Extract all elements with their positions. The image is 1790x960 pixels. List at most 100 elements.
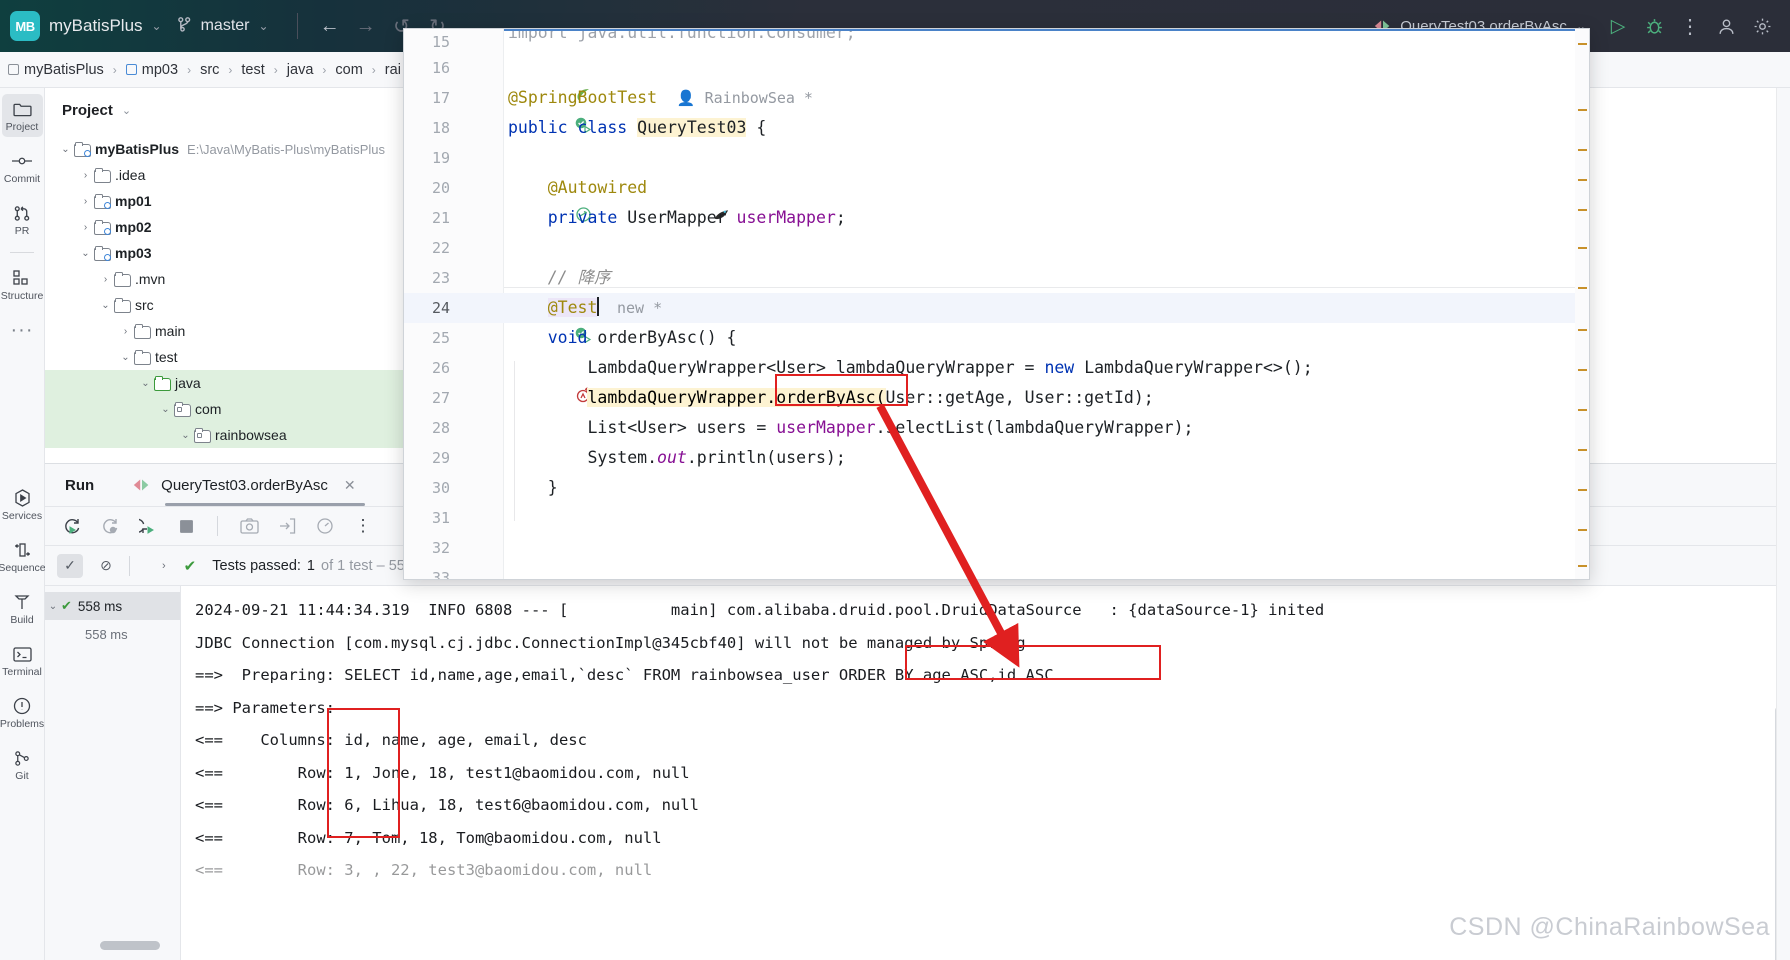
tree-node-java[interactable]: ⌄ java [45, 370, 404, 396]
code-line-22: 22 [404, 233, 1589, 263]
chevron-down-icon[interactable]: ⌄ [57, 144, 74, 155]
chevron-right-icon[interactable]: › [77, 222, 94, 233]
line-number: 22 [431, 239, 450, 257]
close-icon[interactable]: ✕ [344, 477, 356, 494]
module-icon [125, 64, 137, 75]
more-vertical-icon[interactable]: ⋮ [352, 516, 374, 536]
line-number: 30 [431, 479, 450, 497]
run-play-icon[interactable]: ▷ [1600, 8, 1636, 44]
editor-scrollbar[interactable] [1575, 29, 1589, 579]
sidebar-item-label: Sequence [0, 562, 46, 574]
breadcrumb-item-3[interactable]: test [241, 62, 264, 78]
rerun-auto-icon[interactable] [137, 517, 159, 536]
console-output[interactable]: 2024-09-21 11:44:34.319 INFO 6808 --- [ … [180, 586, 1790, 960]
export-icon[interactable] [276, 518, 298, 534]
profile-icon[interactable] [314, 517, 336, 535]
test-status-text: Tests passed: [212, 557, 301, 574]
test-run-icon [132, 478, 152, 492]
left-tool-strip: Project Commit PR Structure ··· Services… [0, 88, 46, 960]
tree-node-mp01[interactable]: › mp01 [45, 188, 404, 214]
console-line-8: <== Row: 3, , 22, test3@baomidou.com, nu… [195, 861, 653, 879]
test-tree-row-0[interactable]: ⌄ ✔ 558 ms [45, 592, 180, 620]
tree-node-test[interactable]: ⌄ test [45, 344, 404, 370]
code-line-18: 18 public class QueryTest03 { [404, 113, 1589, 143]
arrow-right-icon[interactable]: → [348, 8, 384, 44]
code-line-30: 30 } [404, 473, 1589, 503]
project-chevron-down-icon[interactable]: ⌄ [152, 19, 162, 33]
breadcrumb-item-6[interactable]: rai [385, 62, 401, 78]
chevron-right-icon[interactable]: › [77, 170, 94, 181]
sidebar-item-structure[interactable]: Structure [1, 263, 43, 306]
sidebar-item-more[interactable]: ··· [2, 315, 43, 344]
screenshot-icon[interactable] [238, 518, 260, 534]
chevron-right-icon[interactable]: › [77, 196, 94, 207]
branch-chevron-down-icon[interactable]: ⌄ [259, 19, 269, 33]
project-name-button[interactable]: myBatisPlus [49, 16, 143, 36]
folder-icon [94, 167, 111, 183]
chevron-down-icon[interactable]: ⌄ [177, 430, 194, 441]
tab-label: QueryTest03.orderByAsc [161, 476, 328, 494]
chevron-right-icon[interactable]: › [97, 274, 114, 285]
hide-ignored-icon[interactable]: ⊘ [93, 554, 119, 578]
tab-querytest03-orderbyasc[interactable]: QueryTest03.orderByAsc ✕ [132, 476, 356, 494]
tree-node-label: com [195, 401, 222, 417]
chevron-down-icon[interactable]: ⌄ [122, 104, 131, 117]
arrow-left-icon[interactable]: ← [312, 8, 348, 44]
breadcrumb-item-1[interactable]: mp03 [125, 62, 178, 78]
tree-node-mp02[interactable]: › mp02 [45, 214, 404, 240]
run-window-body: ⌄ ✔ 558 ms 558 ms 2024-09-21 11:44:34.31… [45, 586, 1790, 960]
sidebar-item-label: Services [1, 510, 43, 522]
breadcrumb-item-0[interactable]: myBatisPlus [8, 62, 104, 78]
line-number: 20 [431, 179, 450, 197]
sidebar-item-services[interactable]: Services [2, 483, 43, 526]
breadcrumb-item-5[interactable]: com [335, 62, 362, 78]
sidebar-item-terminal[interactable]: Terminal [2, 639, 43, 682]
tree-node-idea[interactable]: › .idea [45, 162, 404, 188]
code-editor[interactable]: 15 import java.util.function.Consumer; 1… [403, 28, 1590, 580]
more-vertical-icon[interactable]: ⋮ [1672, 8, 1708, 44]
breadcrumb-item-4[interactable]: java [287, 62, 314, 78]
line-number: 28 [431, 419, 450, 437]
editor-code-area[interactable]: 15 import java.util.function.Consumer; 1… [404, 29, 1589, 579]
debug-bug-icon[interactable] [1636, 8, 1672, 44]
test-tree-horizontal-scrollbar[interactable] [100, 941, 160, 950]
chevron-right-icon[interactable]: › [162, 560, 166, 572]
chevron-right-icon[interactable]: › [117, 326, 134, 337]
chevron-down-icon[interactable]: ⌄ [157, 404, 174, 415]
stop-icon[interactable] [175, 519, 197, 534]
package-icon [194, 427, 211, 443]
code-text: import java.util.function.Consumer; [508, 31, 856, 42]
code-text: } [508, 478, 558, 497]
sidebar-item-build[interactable]: Build [2, 587, 43, 630]
tree-node-com[interactable]: ⌄ com [45, 396, 404, 422]
console-line-1: JDBC Connection [com.mysql.cj.jdbc.Conne… [195, 633, 1026, 652]
chevron-down-icon[interactable]: ⌄ [117, 352, 134, 363]
tree-node-rainbowsea[interactable]: ⌄ rainbowsea [45, 422, 404, 448]
rerun-failed-icon[interactable] [99, 517, 121, 536]
tree-node-mvn[interactable]: › .mvn [45, 266, 404, 292]
code-text: lambdaQueryWrapper.orderByAsc(User::getA… [587, 388, 1154, 407]
tree-node-mybatisplus[interactable]: ⌄ myBatisPlus E:\Java\MyBatis-Plus\myBat… [45, 136, 404, 162]
code-line-28: 28 List<User> users = userMapper.selectL… [404, 413, 1589, 443]
show-passed-icon[interactable]: ✓ [57, 553, 83, 578]
sidebar-item-git[interactable]: Git [2, 743, 43, 786]
breadcrumb-item-2[interactable]: src [200, 62, 219, 78]
settings-icon[interactable] [1744, 8, 1780, 44]
account-icon[interactable] [1708, 8, 1744, 44]
sidebar-item-pr[interactable]: PR [2, 198, 43, 241]
sidebar-item-problems[interactable]: Problems [0, 691, 44, 734]
chevron-down-icon[interactable]: ⌄ [77, 248, 94, 259]
tree-node-mp03[interactable]: ⌄ mp03 [45, 240, 404, 266]
rerun-icon[interactable] [61, 517, 83, 536]
chevron-down-icon[interactable]: ⌄ [137, 378, 154, 389]
page-title: Project [62, 101, 113, 119]
tree-node-src[interactable]: ⌄ src [45, 292, 404, 318]
sidebar-item-project[interactable]: Project [1, 94, 43, 137]
chevron-down-icon[interactable]: ⌄ [97, 300, 114, 311]
branch-name-button[interactable]: master [201, 17, 250, 35]
test-tree-row-1[interactable]: 558 ms [45, 620, 180, 648]
tree-node-main[interactable]: › main [45, 318, 404, 344]
chevron-down-icon[interactable]: ⌄ [45, 601, 61, 612]
sidebar-item-sequence[interactable]: Sequence [0, 535, 46, 578]
sidebar-item-commit[interactable]: Commit [2, 146, 43, 189]
